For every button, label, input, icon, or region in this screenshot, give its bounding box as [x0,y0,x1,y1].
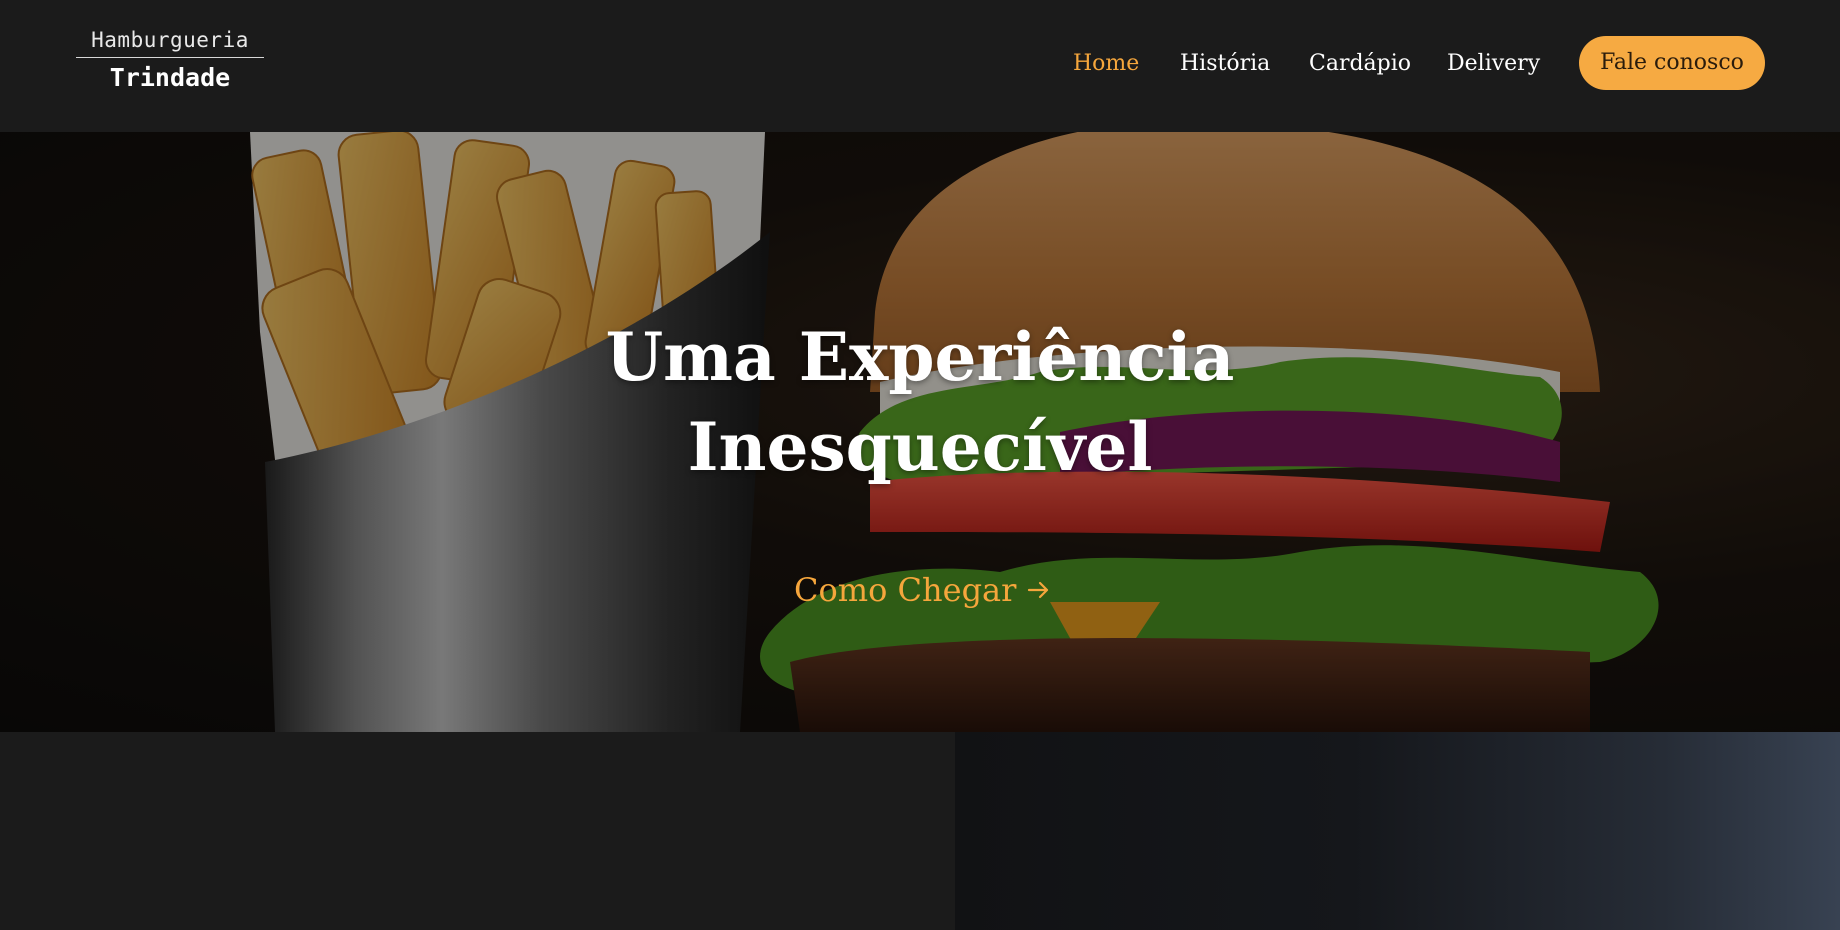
arrow-right-icon [1028,581,1049,599]
nav-home[interactable]: Home [1073,49,1139,79]
hero-title-line2: Inesquecível [687,408,1153,486]
directions-link-label: Como Chegar [794,571,1017,609]
hero-title-line1: Uma Experiência [605,318,1235,396]
nav-historia[interactable]: História [1180,49,1270,79]
nav-delivery[interactable]: Delivery [1447,49,1540,79]
brand-divider [76,57,264,58]
section-band-left [0,732,955,930]
section-band-right [955,732,1840,930]
contact-button[interactable]: Fale conosco [1579,36,1765,90]
directions-link[interactable]: Como Chegar [794,568,1052,612]
brand-name-bottom: Trindade [109,63,231,92]
brand-logo[interactable]: Hamburgueria Trindade [76,26,264,94]
nav-cardapio[interactable]: Cardápio [1309,49,1411,79]
hero-section: Uma Experiência Inesquecível Como Chegar [0,132,1840,732]
site-header: Hamburgueria Trindade Home História Card… [0,0,1840,132]
hero-title: Uma Experiência Inesquecível [520,312,1320,492]
brand-name-top: Hamburgueria [91,28,249,52]
